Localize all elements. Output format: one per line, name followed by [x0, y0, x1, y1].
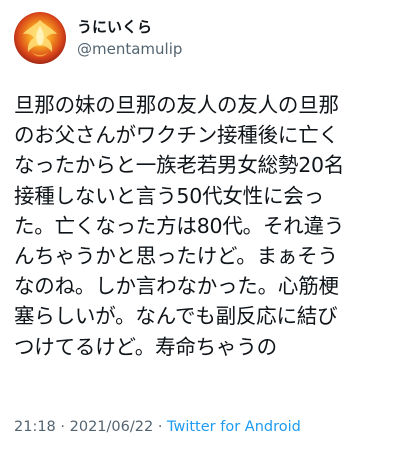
tweet-text-line: のお父さんがワクチン接種後に亡く	[14, 123, 339, 148]
user-meta: うにいくら @mentamulip	[77, 17, 182, 59]
meta-separator: ·	[157, 419, 163, 435]
tweet-text: 旦那の妹の旦那の友人の友人の旦那 のお父さんがワクチン接種後に亡く なったからと…	[14, 90, 410, 362]
tweet-date[interactable]: 2021/06/22	[70, 419, 154, 435]
tweet-text-line: 接種しないと言う50代女性に会っ	[14, 183, 324, 208]
tweet-meta: 21:18 · 2021/06/22 · Twitter for Android	[14, 417, 301, 437]
tweet-text-line: んちゃうかと思ったけど。まぁそう	[14, 244, 338, 269]
tweet-card: うにいくら @mentamulip 旦那の妹の旦那の友人の友人の旦那 のお父さん…	[0, 0, 420, 459]
meta-separator: ·	[60, 419, 66, 435]
tweet-text-line: なったからと一族老若男女総勢20名	[14, 153, 345, 178]
phoenix-avatar-icon	[23, 20, 57, 57]
display-name[interactable]: うにいくら	[77, 17, 182, 37]
tweet-text-line: つけてるけど。寿命ちゃうの	[14, 334, 277, 359]
avatar[interactable]	[14, 12, 66, 64]
tweet-source-link[interactable]: Twitter for Android	[167, 419, 301, 435]
tweet-time[interactable]: 21:18	[14, 419, 56, 435]
tweet-text-line: 旦那の妹の旦那の友人の友人の旦那	[14, 93, 339, 117]
tweet-text-line: なのね。しか言わなかった。心筋梗	[14, 274, 339, 299]
user-handle[interactable]: @mentamulip	[77, 39, 182, 59]
tweet-header: うにいくら @mentamulip	[14, 10, 182, 66]
tweet-text-line: 塞らしいが。なんでも副反応に結び	[14, 304, 338, 329]
tweet-text-line: た。亡くなった方は80代。それ違う	[14, 213, 345, 238]
